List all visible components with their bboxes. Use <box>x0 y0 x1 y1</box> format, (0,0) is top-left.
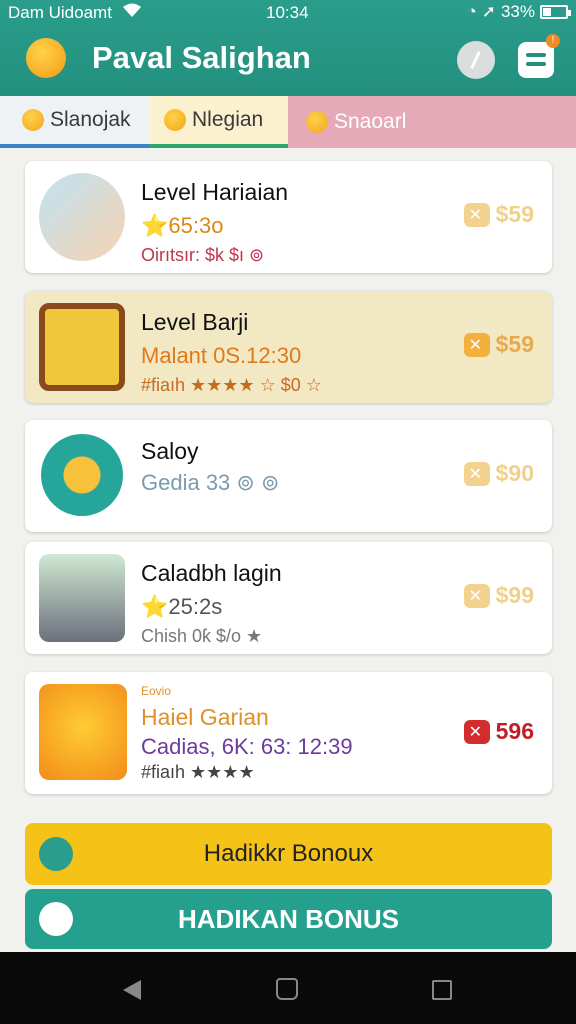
status-bar: Dam Uidoamt 10:34 ◔ ➚ 33% <box>0 0 576 26</box>
tab-label: Nlegian <box>192 108 264 131</box>
list-item[interactable]: Eovio Haiel Garian Cadias, 6K: 63: 12:39… <box>25 672 552 794</box>
item-subtitle: Malant 0S.12:30 <box>141 343 302 368</box>
item-title: Level Hariaian <box>141 179 289 205</box>
item-price[interactable]: $59 <box>463 201 534 228</box>
edit-button[interactable] <box>457 41 495 79</box>
price-value: $99 <box>495 582 534 608</box>
recent-apps-icon[interactable] <box>432 980 452 1000</box>
list-item[interactable]: Level Barji Malant 0S.12:30 #fiaıh ★★★★ … <box>25 291 552 403</box>
tab-snaoarl[interactable]: Snaoarl <box>288 96 576 148</box>
button-label: HADIKAN BONUS <box>178 904 399 934</box>
couple-avatar-icon <box>39 173 125 261</box>
coin-icon <box>463 332 490 357</box>
list-item[interactable]: Caladbh lagin ⭐25:2s Chish 0ƙ $/o ★ $99 <box>25 542 552 654</box>
list-item[interactable]: Level Hariaian ⭐65:3o Oirıtsır: $k $ı ⊚ … <box>25 161 552 273</box>
item-tag: Eovio <box>141 684 172 698</box>
item-price[interactable]: $59 <box>463 331 534 358</box>
smiley-icon <box>164 109 186 131</box>
item-details: #fiaıh ★★★★ ☆ $0 ☆ <box>141 375 322 395</box>
item-title: Level Barji <box>141 309 249 335</box>
coin-icon <box>463 583 490 608</box>
menu-button[interactable]: ! <box>518 34 560 78</box>
price-value: $90 <box>495 460 534 486</box>
item-details: #fiaıh ★★★★ <box>141 762 255 782</box>
carrier-label: Dam Uidoamt <box>8 3 112 22</box>
clock: 10:34 <box>266 3 309 22</box>
coin-icon <box>463 719 490 744</box>
page-title: Paval Salighan <box>92 40 311 75</box>
bonus-button-secondary[interactable]: HADIKAN BONUS <box>25 889 552 949</box>
item-price[interactable]: $90 <box>463 460 534 487</box>
alarm-icon: ◔ <box>466 2 477 21</box>
item-title: Saloy <box>141 438 199 464</box>
item-subtitle: ⭐65:3o <box>141 213 224 238</box>
tab-label: Snaoarl <box>334 110 407 133</box>
smiley-app-icon <box>39 684 127 780</box>
avatar[interactable] <box>26 38 66 78</box>
location-icon: ➚ <box>481 2 496 21</box>
coin-icon <box>463 202 490 227</box>
notification-badge: ! <box>546 34 560 48</box>
tab-slanojak[interactable]: Slanojak <box>0 96 150 148</box>
item-subtitle: ⭐25:2s <box>141 594 223 619</box>
tab-bar: Slanojak Nlegian Snaoarl <box>0 96 576 148</box>
battery-percent: 33% <box>500 2 535 21</box>
smiley-icon <box>22 109 44 131</box>
item-subtitle: Cadias, 6K: 63: 12:39 <box>141 734 353 759</box>
coin-icon <box>463 461 490 486</box>
mascot-icon <box>41 434 123 516</box>
item-price[interactable]: $99 <box>463 582 534 609</box>
price-value: 596 <box>495 718 534 744</box>
item-price[interactable]: 596 <box>463 718 534 745</box>
bonus-button-primary[interactable]: Hadikkr Bonoux <box>25 823 552 885</box>
item-title: Haiel Garian <box>141 704 269 730</box>
home-icon[interactable] <box>276 978 298 1000</box>
system-nav-bar <box>0 952 576 1024</box>
item-details: Oirıtsır: $k $ı ⊚ <box>141 245 265 265</box>
battery-icon <box>540 5 571 19</box>
tab-nlegian[interactable]: Nlegian <box>150 96 288 148</box>
item-title: Caladbh lagin <box>141 560 282 586</box>
tab-label: Slanojak <box>50 108 131 131</box>
wifi-icon <box>123 3 141 17</box>
item-details: Chish 0ƙ $/o ★ <box>141 626 263 646</box>
back-icon[interactable] <box>123 980 141 1000</box>
button-label: Hadikkr Bonoux <box>203 840 374 867</box>
picture-frame-icon <box>39 303 125 391</box>
item-subtitle: Gedia 33 ⊚ ⊚ <box>141 470 280 495</box>
food-basket-icon <box>39 554 125 642</box>
app-header: Dam Uidoamt 10:34 ◔ ➚ 33% Paval Salighan… <box>0 0 576 96</box>
price-value: $59 <box>495 201 534 227</box>
price-value: $59 <box>495 331 534 357</box>
smiley-icon <box>306 111 328 133</box>
list-item[interactable]: Saloy Gedia 33 ⊚ ⊚ $90 <box>25 420 552 532</box>
